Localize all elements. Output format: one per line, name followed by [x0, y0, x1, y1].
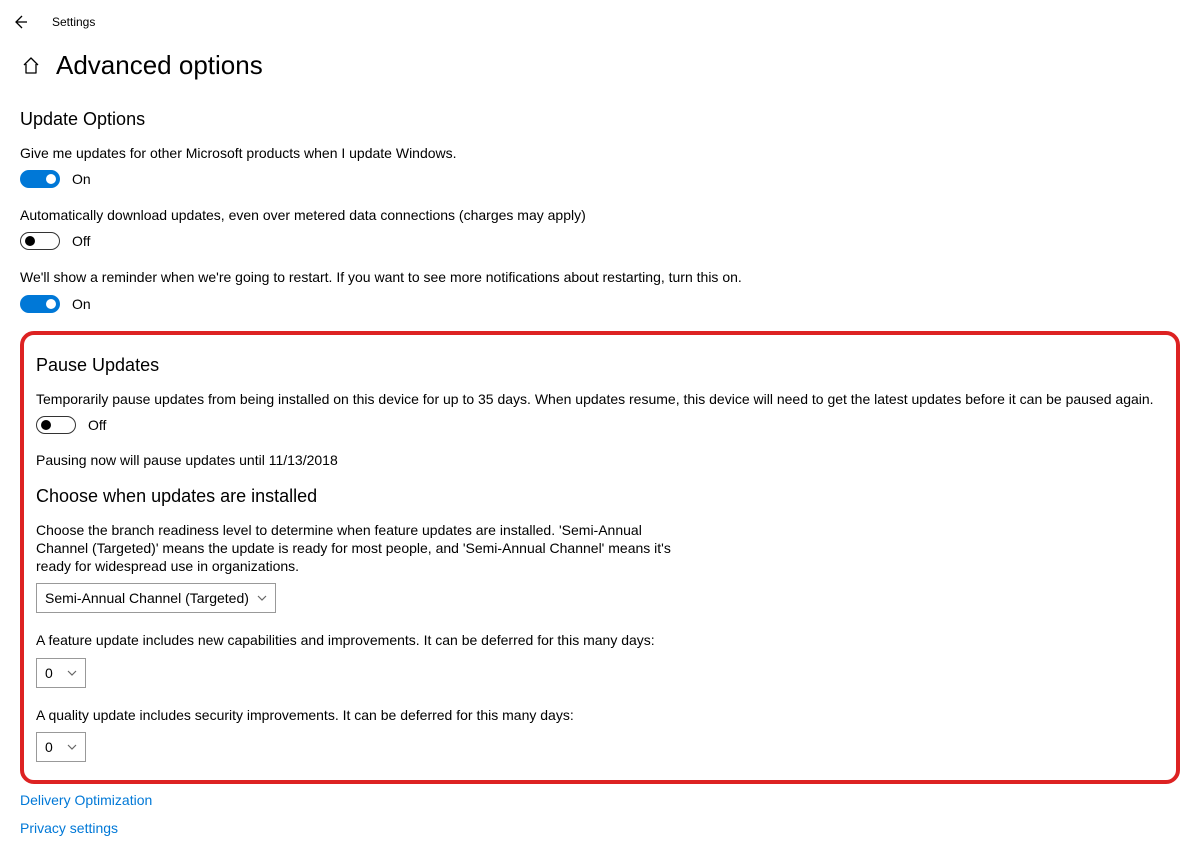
opt3-desc: We'll show a reminder when we're going t… — [20, 268, 1180, 286]
opt1-desc: Give me updates for other Microsoft prod… — [20, 144, 1180, 162]
choose-when-desc: Choose the branch readiness level to det… — [36, 521, 676, 576]
opt2-toggle[interactable] — [20, 232, 60, 250]
privacy-settings-link[interactable]: Privacy settings — [20, 820, 1180, 836]
feature-days-dropdown[interactable]: 0 — [36, 658, 86, 688]
home-icon[interactable] — [20, 55, 42, 77]
opt1-state: On — [72, 171, 91, 187]
delivery-optimization-link[interactable]: Delivery Optimization — [20, 792, 1180, 808]
pause-toggle[interactable] — [36, 416, 76, 434]
pause-note: Pausing now will pause updates until 11/… — [36, 452, 1164, 468]
back-button[interactable] — [8, 10, 32, 34]
chevron-down-icon — [67, 742, 77, 752]
app-title: Settings — [52, 15, 95, 29]
channel-dropdown[interactable]: Semi-Annual Channel (Targeted) — [36, 583, 276, 613]
pause-updates-heading: Pause Updates — [36, 355, 1164, 376]
chevron-down-icon — [67, 668, 77, 678]
pause-updates-desc: Temporarily pause updates from being ins… — [36, 390, 1164, 408]
chevron-down-icon — [257, 593, 267, 603]
pause-state: Off — [88, 417, 106, 433]
feature-defer-desc: A feature update includes new capabiliti… — [36, 631, 1164, 649]
choose-when-heading: Choose when updates are installed — [36, 486, 1164, 507]
opt3-toggle[interactable] — [20, 295, 60, 313]
update-options-heading: Update Options — [20, 109, 1180, 130]
feature-days-value: 0 — [45, 665, 53, 681]
page-title: Advanced options — [56, 50, 263, 81]
opt2-state: Off — [72, 233, 90, 249]
quality-defer-desc: A quality update includes security impro… — [36, 706, 1164, 724]
opt1-toggle[interactable] — [20, 170, 60, 188]
highlighted-region: Pause Updates Temporarily pause updates … — [20, 331, 1180, 784]
quality-days-value: 0 — [45, 739, 53, 755]
opt3-state: On — [72, 296, 91, 312]
channel-value: Semi-Annual Channel (Targeted) — [45, 590, 249, 606]
arrow-left-icon — [12, 14, 28, 30]
quality-days-dropdown[interactable]: 0 — [36, 732, 86, 762]
opt2-desc: Automatically download updates, even ove… — [20, 206, 1180, 224]
